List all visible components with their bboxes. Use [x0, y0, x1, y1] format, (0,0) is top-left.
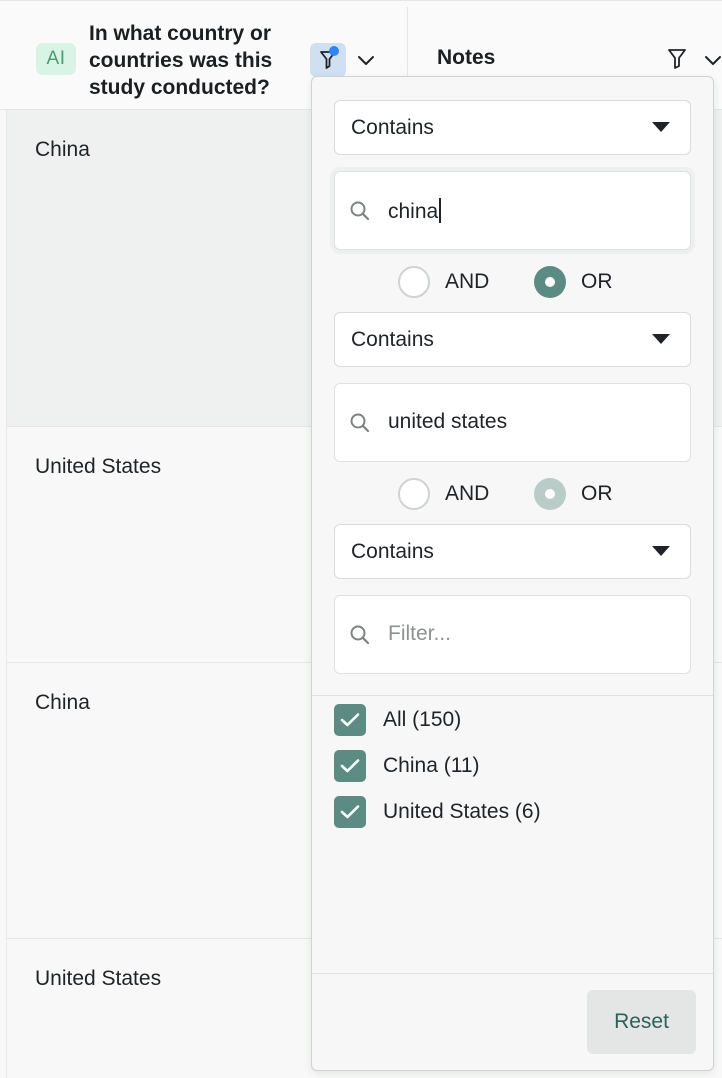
checkmark-icon — [340, 713, 360, 727]
ai-badge: AI — [36, 43, 76, 75]
chevron-down-icon[interactable] — [702, 49, 722, 71]
caret-down-icon — [652, 334, 670, 344]
chevron-down-icon[interactable] — [355, 49, 377, 71]
or-label: OR — [581, 482, 613, 505]
checkmark-icon — [340, 759, 360, 773]
divider — [312, 973, 713, 974]
notes-filter-button[interactable] — [664, 46, 690, 72]
condition-operator-select[interactable]: Contains — [334, 312, 691, 367]
join-operator-group: AND OR — [312, 475, 715, 511]
search-text: china — [388, 200, 439, 223]
condition-operator-select[interactable]: Contains — [334, 100, 691, 155]
caret-down-icon — [652, 546, 670, 556]
value-option-united-states[interactable]: United States (6) — [334, 796, 694, 830]
and-label: AND — [445, 270, 490, 293]
checkbox-checked[interactable] — [334, 796, 366, 828]
search-text: united states — [388, 410, 508, 433]
condition-operator-select[interactable]: Contains — [334, 524, 691, 579]
condition-value-input[interactable]: united states — [334, 383, 691, 462]
select-value: Contains — [351, 116, 434, 139]
and-radio[interactable] — [398, 266, 430, 298]
checkmark-icon — [340, 805, 360, 819]
country-cell: United States — [35, 967, 162, 990]
or-label: OR — [581, 270, 613, 293]
search-icon — [350, 625, 370, 645]
join-operator-group: AND OR — [312, 263, 715, 299]
and-radio[interactable] — [398, 478, 430, 510]
text-cursor — [439, 198, 442, 223]
country-cell: China — [35, 691, 90, 714]
or-radio[interactable] — [534, 266, 566, 298]
filter-popup: Contains china AND OR Contains united st… — [311, 76, 714, 1071]
filter-text-field[interactable] — [388, 618, 668, 650]
divider — [312, 695, 713, 696]
option-label: All (150) — [383, 708, 462, 731]
select-value: Contains — [351, 540, 434, 563]
search-icon — [350, 413, 370, 433]
option-label: China (11) — [383, 754, 480, 777]
column-header-title[interactable]: In what country or countries was this st… — [89, 20, 304, 101]
select-value: Contains — [351, 328, 434, 351]
option-label: United States (6) — [383, 800, 541, 823]
country-cell: China — [35, 138, 90, 161]
and-label: AND — [445, 482, 490, 505]
column-filter-button[interactable] — [310, 43, 346, 77]
filter-active-indicator — [329, 46, 339, 56]
search-icon — [350, 201, 370, 221]
funnel-icon — [668, 49, 686, 69]
value-option-china[interactable]: China (11) — [334, 750, 694, 784]
data-table: AI In what country or countries was this… — [0, 0, 722, 1078]
checkbox-checked[interactable] — [334, 750, 366, 782]
notes-column-title[interactable]: Notes — [437, 46, 495, 70]
condition-value-input[interactable]: china — [334, 171, 691, 250]
checkbox-checked[interactable] — [334, 704, 366, 736]
value-option-all[interactable]: All (150) — [334, 704, 694, 738]
or-radio[interactable] — [534, 478, 566, 510]
country-cell: United States — [35, 455, 162, 478]
reset-button[interactable]: Reset — [587, 990, 696, 1054]
caret-down-icon — [652, 122, 670, 132]
filter-search-input[interactable] — [334, 595, 691, 674]
